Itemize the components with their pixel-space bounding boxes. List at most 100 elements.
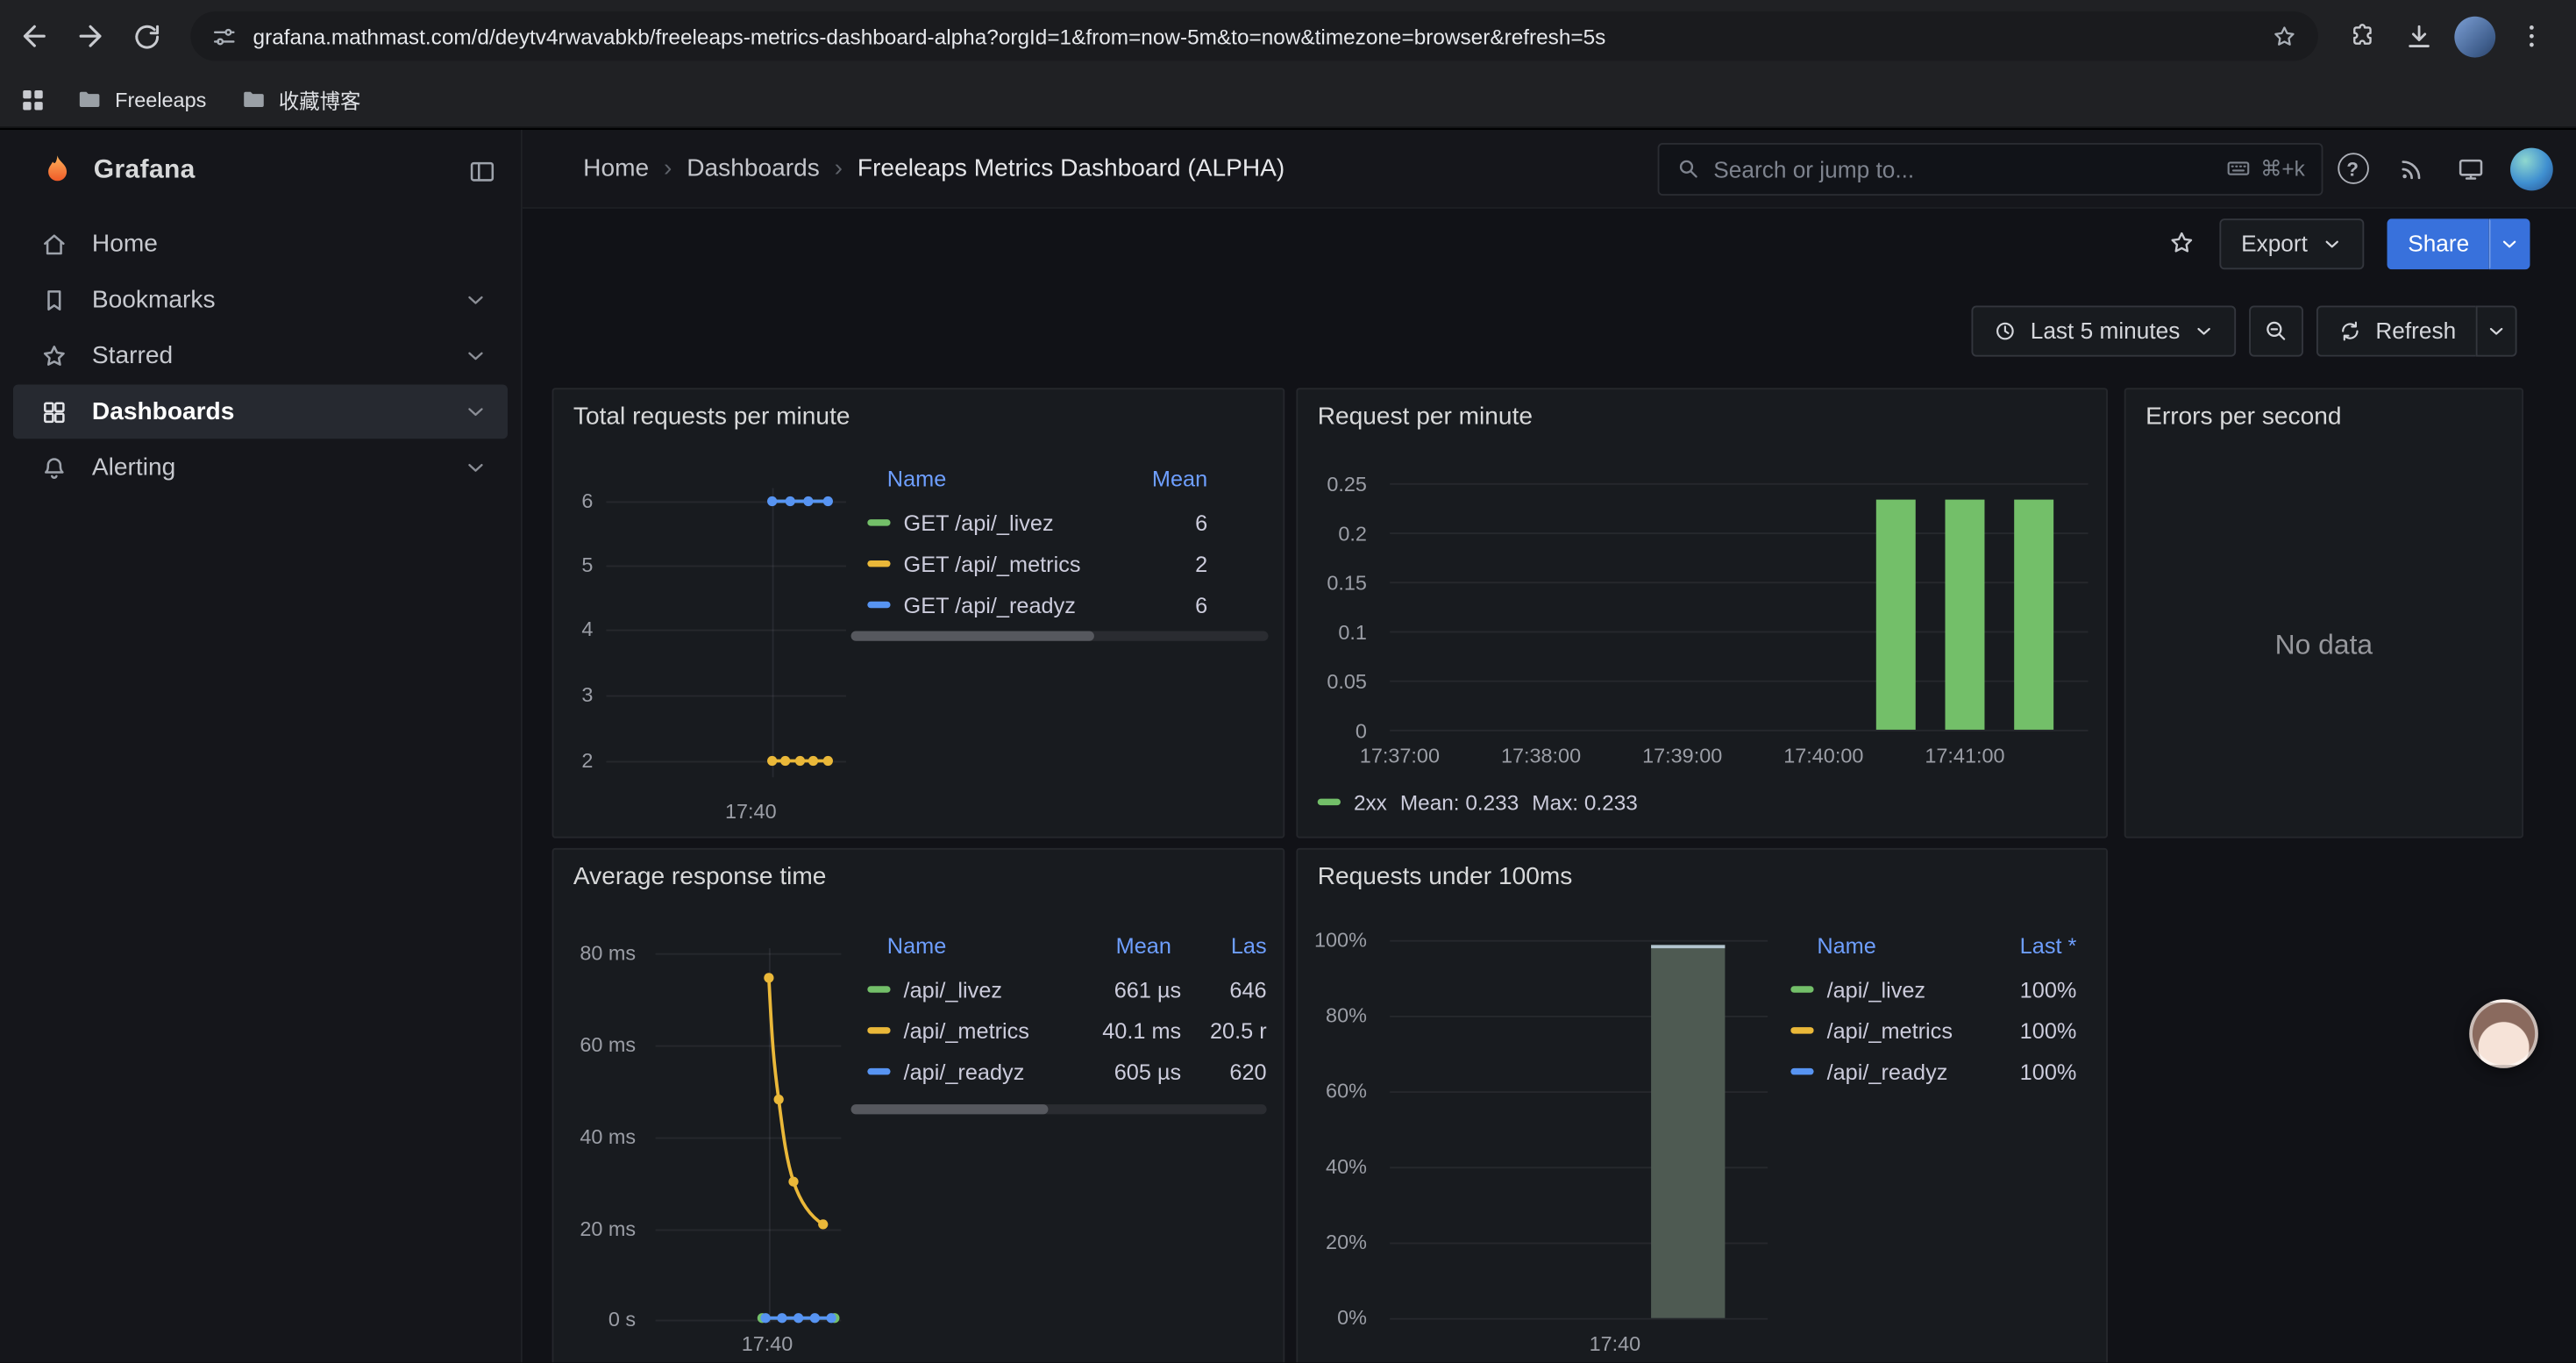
chevron-down-icon[interactable]: [463, 288, 487, 312]
assistant-avatar[interactable]: [2469, 999, 2538, 1068]
bar-under-100ms[interactable]: [1651, 945, 1725, 1317]
browser-reload-button[interactable]: [118, 8, 174, 64]
folder-icon: [75, 85, 103, 113]
panel-total-requests[interactable]: Total requests per minute 6 5 4 3 2: [552, 388, 1285, 838]
breadcrumb-current: Freeleaps Metrics Dashboard (ALPHA): [857, 154, 1284, 182]
bookmark-icon: [39, 285, 69, 315]
chevron-down-icon: [2193, 319, 2214, 340]
browser-forward-button[interactable]: [62, 8, 118, 64]
help-icon[interactable]: ?: [2323, 140, 2381, 196]
scrollbar-thumb[interactable]: [851, 1104, 1049, 1114]
downloads-icon[interactable]: [2390, 8, 2446, 64]
export-button[interactable]: Export: [2220, 218, 2364, 268]
bar-2xx[interactable]: [1876, 500, 1916, 730]
legend-row[interactable]: /api/_livez 100%: [1781, 969, 2076, 1009]
legend-row[interactable]: /api/_metrics 40.1 ms 20.5 r: [851, 1010, 1267, 1050]
legend-row[interactable]: GET /api/_metrics 2: [851, 544, 1267, 583]
browser-profile-avatar[interactable]: [2454, 16, 2495, 57]
grafana-logo[interactable]: [38, 151, 77, 190]
breadcrumb-dashboards[interactable]: Dashboards: [687, 154, 820, 182]
search-input[interactable]: [1713, 155, 2211, 182]
sidebar-item-label: Bookmarks: [92, 286, 216, 314]
legend-scrollbar[interactable]: [851, 1104, 1267, 1114]
legend-header: Name Mean: [851, 460, 1267, 496]
bookmark-folder-freeleaps[interactable]: Freeleaps: [75, 85, 206, 113]
brand-title: Grafana: [94, 156, 196, 186]
legend-header: Name Mean Las: [851, 927, 1267, 963]
dock-menu-icon[interactable]: [466, 155, 498, 187]
sidebar-item-alerting[interactable]: Alerting: [13, 440, 508, 495]
apps-grid-icon[interactable]: [23, 89, 42, 109]
panel-title[interactable]: Request per minute: [1318, 403, 1533, 431]
legend-row[interactable]: 2xx Mean: 0.233 Max: 0.233: [1318, 784, 1638, 820]
x-tick: 17:39:00: [1625, 745, 1740, 767]
y-tick: 40%: [1298, 1153, 1367, 1180]
series-color-dash: [867, 1068, 890, 1074]
folder-icon: [239, 85, 267, 113]
zoom-out-icon: [2263, 318, 2289, 344]
legend-row[interactable]: /api/_metrics 100%: [1781, 1010, 2076, 1050]
series-max: Max: 0.233: [1532, 789, 1638, 814]
refresh-interval-caret[interactable]: [2476, 305, 2517, 356]
x-tick: 17:40: [718, 1333, 816, 1356]
bookmark-star-icon[interactable]: [2270, 22, 2298, 50]
share-button[interactable]: Share: [2387, 218, 2489, 268]
breadcrumb-home[interactable]: Home: [583, 154, 649, 182]
sidebar-item-starred[interactable]: Starred: [13, 329, 508, 383]
bar-2xx[interactable]: [2014, 500, 2053, 730]
sidebar-item-home[interactable]: Home: [13, 217, 508, 271]
gridline: [1390, 1318, 1768, 1320]
series-color-dash: [1318, 799, 1341, 805]
bookmark-folder-blog[interactable]: 收藏博客: [239, 84, 361, 116]
bar-2xx[interactable]: [1945, 500, 1984, 730]
monitor-icon[interactable]: [2441, 140, 2500, 196]
panel-title[interactable]: Requests under 100ms: [1318, 863, 1573, 891]
browser-menu-icon[interactable]: [2504, 8, 2560, 64]
panel-average-response-time[interactable]: Average response time 80 ms 60 ms 40 ms …: [552, 848, 1285, 1362]
scrollbar-thumb[interactable]: [851, 632, 1094, 641]
bell-icon: [39, 453, 69, 482]
breadcrumb-separator: ›: [835, 154, 843, 182]
zoom-out-button[interactable]: [2249, 305, 2303, 356]
bookmarks-bar: Freeleaps 收藏博客: [0, 72, 2576, 128]
sidebar-item-dashboards[interactable]: Dashboards: [13, 384, 508, 439]
panel-requests-under-100ms[interactable]: Requests under 100ms 100% 80% 60% 40% 20…: [1296, 848, 2108, 1362]
sidebar-item-bookmarks[interactable]: Bookmarks: [13, 273, 508, 327]
series-name: 2xx: [1354, 789, 1387, 814]
panel-errors-per-second[interactable]: Errors per second No data: [2124, 388, 2523, 838]
legend-scrollbar[interactable]: [851, 632, 1269, 641]
favorite-star-icon[interactable]: [2167, 228, 2197, 258]
series-color-dash: [867, 519, 890, 525]
legend-row[interactable]: /api/_livez 661 µs 646: [851, 969, 1267, 1009]
grafana-sidebar: Grafana Home Bookmarks: [0, 130, 523, 1362]
chevron-down-icon[interactable]: [463, 344, 487, 368]
legend-row[interactable]: /api/_readyz 100%: [1781, 1052, 2076, 1091]
search-box[interactable]: ⌘+k: [1658, 142, 2323, 195]
sidebar-item-label: Starred: [92, 342, 173, 370]
extensions-icon[interactable]: [2335, 8, 2391, 64]
legend-row[interactable]: GET /api/_readyz 6: [851, 585, 1267, 624]
series-color-dash: [1790, 986, 1813, 992]
series-color-dash: [867, 986, 890, 992]
x-tick: 17:40: [1566, 1333, 1664, 1356]
browser-back-button[interactable]: [6, 8, 62, 64]
share-menu-caret[interactable]: [2489, 218, 2530, 268]
gridline: [1390, 940, 1768, 942]
panel-title[interactable]: Errors per second: [2145, 403, 2341, 431]
url-bar[interactable]: [190, 11, 2317, 61]
user-avatar[interactable]: [2510, 147, 2553, 190]
grafana-app: Grafana Home Bookmarks: [0, 128, 2576, 1362]
time-range-picker[interactable]: Last 5 minutes: [1971, 305, 2236, 356]
legend-row[interactable]: /api/_readyz 605 µs 620: [851, 1052, 1267, 1091]
chevron-down-icon[interactable]: [463, 399, 487, 424]
site-settings-icon[interactable]: [210, 22, 238, 50]
url-input[interactable]: [253, 24, 2256, 48]
chevron-down-icon[interactable]: [463, 455, 487, 480]
legend-row[interactable]: GET /api/_livez 6: [851, 503, 1267, 542]
sidebar-item-label: Alerting: [92, 453, 175, 482]
breadcrumb: Home › Dashboards › Freeleaps Metrics Da…: [583, 154, 1284, 182]
panel-request-per-minute[interactable]: Request per minute 0.25 0.2 0.15 0.1 0.0…: [1296, 388, 2108, 838]
home-icon: [39, 229, 69, 259]
refresh-button[interactable]: Refresh: [2316, 305, 2476, 356]
news-rss-icon[interactable]: [2382, 140, 2441, 196]
